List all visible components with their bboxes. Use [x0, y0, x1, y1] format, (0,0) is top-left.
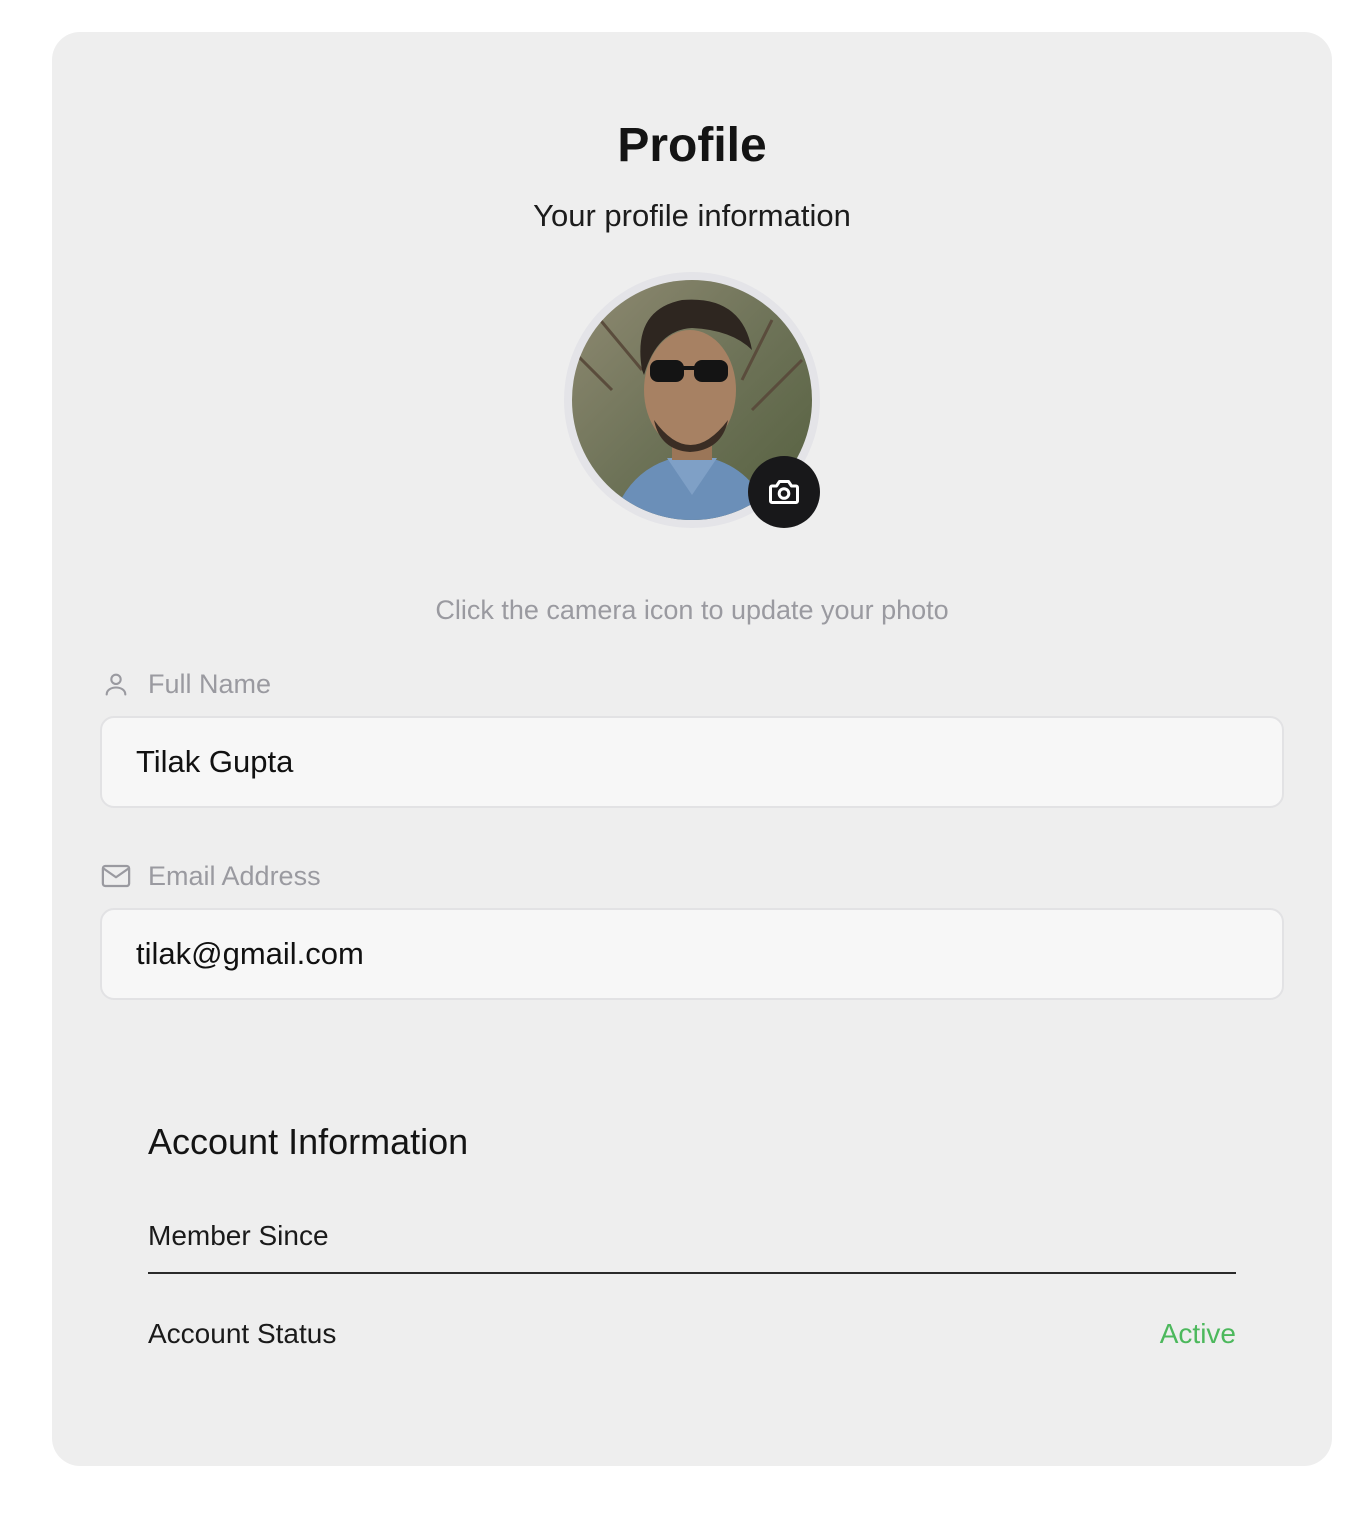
- full-name-input[interactable]: [100, 716, 1284, 808]
- mail-icon: [100, 860, 132, 892]
- email-label-text: Email Address: [148, 860, 321, 891]
- page-title: Profile: [617, 119, 767, 172]
- page-subtitle: Your profile information: [533, 198, 851, 233]
- full-name-label: Full Name: [100, 664, 271, 704]
- row-divider: [148, 1272, 1236, 1274]
- account-status-row: Account Status Active: [148, 1314, 1236, 1354]
- email-input[interactable]: [100, 908, 1284, 1000]
- camera-button[interactable]: [748, 456, 820, 528]
- avatar-container: [564, 272, 820, 528]
- email-label: Email Address: [100, 856, 321, 896]
- avatar-hint: Click the camera icon to update your pho…: [435, 595, 949, 625]
- account-info-title: Account Information: [148, 1121, 469, 1162]
- member-since-row: Member Since: [148, 1216, 1236, 1256]
- camera-icon: [769, 480, 799, 504]
- status-badge: Active: [1159, 1318, 1236, 1349]
- profile-card: Profile Your profile information Click t…: [52, 32, 1332, 1466]
- user-icon: [100, 668, 132, 700]
- member-since-label: Member Since: [148, 1220, 329, 1251]
- account-status-label: Account Status: [148, 1318, 337, 1349]
- full-name-label-text: Full Name: [148, 668, 272, 699]
